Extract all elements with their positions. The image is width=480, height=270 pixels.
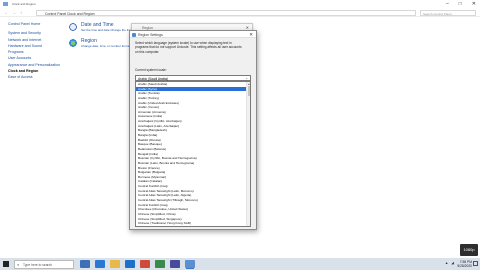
minimize-icon[interactable]: – [446, 1, 449, 7]
back-icon[interactable]: ← [4, 10, 8, 15]
window-title: Clock and Region [12, 2, 36, 6]
address-field[interactable]: Control Panel Clock and Region [36, 9, 416, 16]
close-icon[interactable]: ✕ [472, 1, 476, 7]
clock[interactable]: 7:58 PM 5/28/2020 [457, 260, 472, 269]
dialog-description: Select which language (system locale) to… [135, 41, 242, 54]
chevron-down-icon[interactable]: ⌄ [245, 76, 248, 80]
notification-icon[interactable] [473, 261, 478, 266]
locale-label: Current system locale: [135, 68, 167, 72]
close-icon[interactable]: ✕ [249, 32, 253, 38]
control-panel-icon [3, 2, 8, 6]
scrollbar-thumb[interactable] [247, 86, 250, 96]
network-icon[interactable]: ▲ [445, 261, 448, 265]
address-bar: ← → ↑ Control Panel Clock and Region Sea… [0, 9, 480, 17]
taskbar-search-input[interactable]: ⌕ Type here to search [14, 259, 74, 269]
dialog-title: Region Settings [138, 32, 163, 37]
forward-icon[interactable]: → [12, 10, 16, 15]
store-icon[interactable] [125, 260, 135, 268]
app-icon[interactable] [155, 260, 165, 268]
region-link[interactable]: Change date, time, or number formats [81, 44, 132, 48]
mail-icon[interactable] [140, 260, 150, 268]
control-panel-taskbar-icon[interactable] [185, 260, 195, 268]
quality-badge: 1080p [460, 244, 478, 256]
globe-icon [68, 38, 78, 48]
sidebar: Control Panel Home System and Security N… [8, 22, 60, 82]
task-view-icon[interactable] [80, 260, 90, 268]
file-explorer-icon[interactable] [110, 260, 120, 268]
list-scrollbar[interactable]: ▲ [246, 82, 250, 226]
search-icon: ⌕ [17, 262, 20, 267]
up-icon[interactable]: ↑ [20, 10, 22, 15]
clock-icon [68, 22, 78, 32]
clock-date: 5/28/2020 [457, 264, 472, 268]
breadcrumb-clock-region[interactable]: Clock and Region [67, 12, 95, 16]
sidebar-item-home[interactable]: Control Panel Home [8, 22, 58, 28]
maximize-icon[interactable]: □ [459, 1, 462, 7]
locale-list[interactable]: Arabic (Saudi Arabia) Arabic (Syria) Arabi… [135, 81, 251, 227]
taskbar-search-placeholder: Type here to search [23, 262, 53, 267]
windows-start-icon[interactable] [3, 261, 9, 267]
title-bar: Clock and Region – □ ✕ [0, 0, 480, 8]
app-icon-2[interactable] [170, 260, 180, 268]
volume-icon[interactable]: ◢ [451, 261, 454, 265]
dialog-title-bar: Region Settings ✕ [130, 31, 256, 38]
taskbar: ⌕ Type here to search ▲ ◢ 7:58 PM 5/28/2… [0, 258, 480, 270]
sidebar-item-ease-of-access[interactable]: Ease of Access [8, 75, 58, 81]
locale-option[interactable]: Chinese (Traditional, Macao SAR) [136, 226, 250, 227]
shield-icon [132, 32, 136, 37]
search-input[interactable]: Search Control Panel [420, 9, 476, 16]
edge-icon[interactable] [95, 260, 105, 268]
breadcrumb-control-panel[interactable]: Control Panel [45, 12, 66, 16]
region-settings-dialog: Region Settings ✕ Select which language … [129, 30, 257, 230]
